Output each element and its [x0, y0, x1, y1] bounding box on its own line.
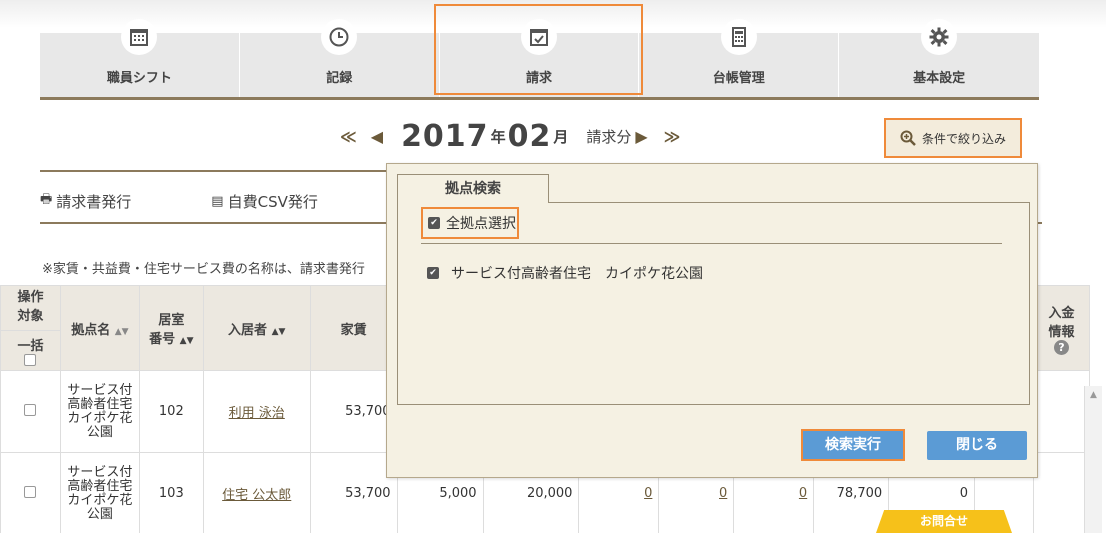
nav-item-records[interactable]: 記録 [240, 19, 440, 97]
clock-icon [321, 19, 358, 55]
resident-link[interactable]: 住宅 公太郎 [222, 488, 291, 503]
rent-cell: 53,700 [309, 452, 398, 533]
month-value: 02 [507, 118, 552, 154]
cell [1032, 452, 1091, 533]
nav-label: 記録 [326, 71, 353, 86]
period-selector: ≪ ◀ 2017 年 02 月 請求分 ▶ ≫ [340, 116, 694, 156]
execute-search-label: 検索実行 [805, 433, 901, 457]
tab-site-search[interactable]: 拠点検索 [397, 174, 549, 203]
calculator-icon [720, 19, 757, 55]
row-checkbox[interactable] [24, 403, 37, 416]
filter-button[interactable]: 条件で絞り込み [884, 118, 1022, 158]
resident-link[interactable]: 利用 泳治 [229, 406, 285, 421]
rent-header: 家賃 [309, 285, 398, 371]
site-header[interactable]: 拠点名 ▲▼ [59, 285, 140, 371]
header-text: 一括 [1, 330, 60, 354]
close-button[interactable]: 閉じる [927, 431, 1027, 460]
sort-icon: ▲▼ [179, 336, 194, 346]
nav-label: 基本設定 [913, 71, 966, 86]
last-month-button[interactable]: ≫ [664, 127, 681, 146]
amount-link[interactable]: 0 [644, 486, 652, 501]
divider [40, 170, 386, 172]
resident-cell: 利用 泳治 [202, 370, 311, 453]
op-target-header: 操作 対象 一括 [0, 285, 61, 371]
row-select-cell [0, 370, 61, 453]
inquiry-tab[interactable]: お問合せ [876, 510, 1012, 533]
room-cell: 102 [138, 370, 204, 453]
month-unit: 月 [553, 127, 569, 146]
scroll-up-icon[interactable]: ▲ [1085, 390, 1102, 400]
issue-invoice-button[interactable]: 🖶 請求書発行 [40, 190, 171, 212]
facility-checkbox[interactable]: ✔ サービス付高齢者住宅 カイポケ花公園 [427, 263, 703, 283]
header-text: 居室 [158, 313, 185, 328]
checkbox-checked-icon: ✔ [428, 217, 440, 229]
document-icon: ▤ [211, 193, 224, 209]
export-csv-button[interactable]: ▤ 自費CSV発行 [211, 190, 358, 212]
room-header[interactable]: 居室番号 ▲▼ [138, 285, 204, 371]
header-text: 対象 [17, 309, 44, 324]
cell [1032, 370, 1091, 453]
issue-invoice-label: 請求書発行 [56, 192, 132, 211]
header-text: 情報 [1048, 324, 1075, 340]
divider [40, 222, 386, 224]
checkbox-checked-icon: ✔ [427, 267, 439, 279]
select-all-label: 全拠点選択 [446, 216, 516, 232]
calendar-grid-icon [121, 19, 158, 55]
header-text: 拠点名 [71, 322, 111, 338]
nav-item-settings[interactable]: 基本設定 [839, 19, 1039, 97]
year-unit: 年 [490, 127, 506, 146]
row-select-cell [0, 452, 61, 533]
help-icon[interactable]: ? [1053, 339, 1069, 355]
sort-icon: ▲▼ [114, 326, 129, 337]
header-text: 入居者 [228, 322, 268, 338]
billing-suffix: 請求分 [586, 127, 632, 146]
header-text: 番号 [149, 332, 176, 347]
prev-month-button[interactable]: ◀ [371, 127, 383, 146]
nav-label: 職員シフト [106, 71, 172, 86]
notice-text: ※家賃・共益費・住宅サービス費の名称は、請求書発行 [42, 262, 365, 277]
nav-item-staff-shift[interactable]: 職員シフト [40, 19, 240, 97]
site-cell: サービス付高齢者住宅 カイポケ花公園 [59, 452, 145, 533]
header-text: 入金 [1048, 305, 1075, 321]
amount-link[interactable]: 0 [719, 486, 727, 501]
nav-label: 台帳管理 [712, 71, 765, 86]
nav-item-ledger[interactable]: 台帳管理 [639, 19, 840, 97]
filter-button-label: 条件で絞り込み [921, 131, 1006, 146]
next-month-button[interactable]: ▶ [635, 127, 647, 146]
vertical-scrollbar[interactable]: ▲ [1084, 386, 1102, 533]
execute-search-button[interactable]: 検索実行 [801, 429, 905, 461]
amount-link[interactable]: 0 [799, 486, 807, 501]
active-nav-highlight [434, 4, 643, 95]
select-all-rows-checkbox[interactable] [24, 354, 37, 366]
zoom-in-icon [900, 130, 916, 146]
resident-header[interactable]: 入居者 ▲▼ [202, 285, 311, 371]
printer-icon: 🖶 [40, 192, 53, 207]
resident-cell: 住宅 公太郎 [202, 452, 311, 533]
gear-icon [921, 19, 958, 55]
divider [421, 243, 1002, 244]
sort-icon: ▲▼ [271, 326, 286, 337]
header-text: 操作 [17, 290, 44, 305]
header-text: 家賃 [340, 322, 367, 338]
select-all-sites-checkbox[interactable]: ✔ 全拠点選択 [421, 207, 519, 239]
payment-info-header: 入金 情報 ? [1032, 285, 1091, 371]
export-csv-label: 自費CSV発行 [227, 192, 318, 211]
action-bar: 🖶 請求書発行 ▤ 自費CSV発行 [40, 190, 398, 212]
year-value: 2017 [401, 118, 489, 154]
site-cell: サービス付高齢者住宅 カイポケ花公園 [59, 370, 145, 453]
rent-cell: 53,700 [309, 370, 398, 453]
first-month-button[interactable]: ≪ [340, 127, 357, 146]
row-checkbox[interactable] [24, 485, 37, 498]
room-cell: 103 [138, 452, 204, 533]
facility-label: サービス付高齢者住宅 カイポケ花公園 [451, 266, 703, 282]
